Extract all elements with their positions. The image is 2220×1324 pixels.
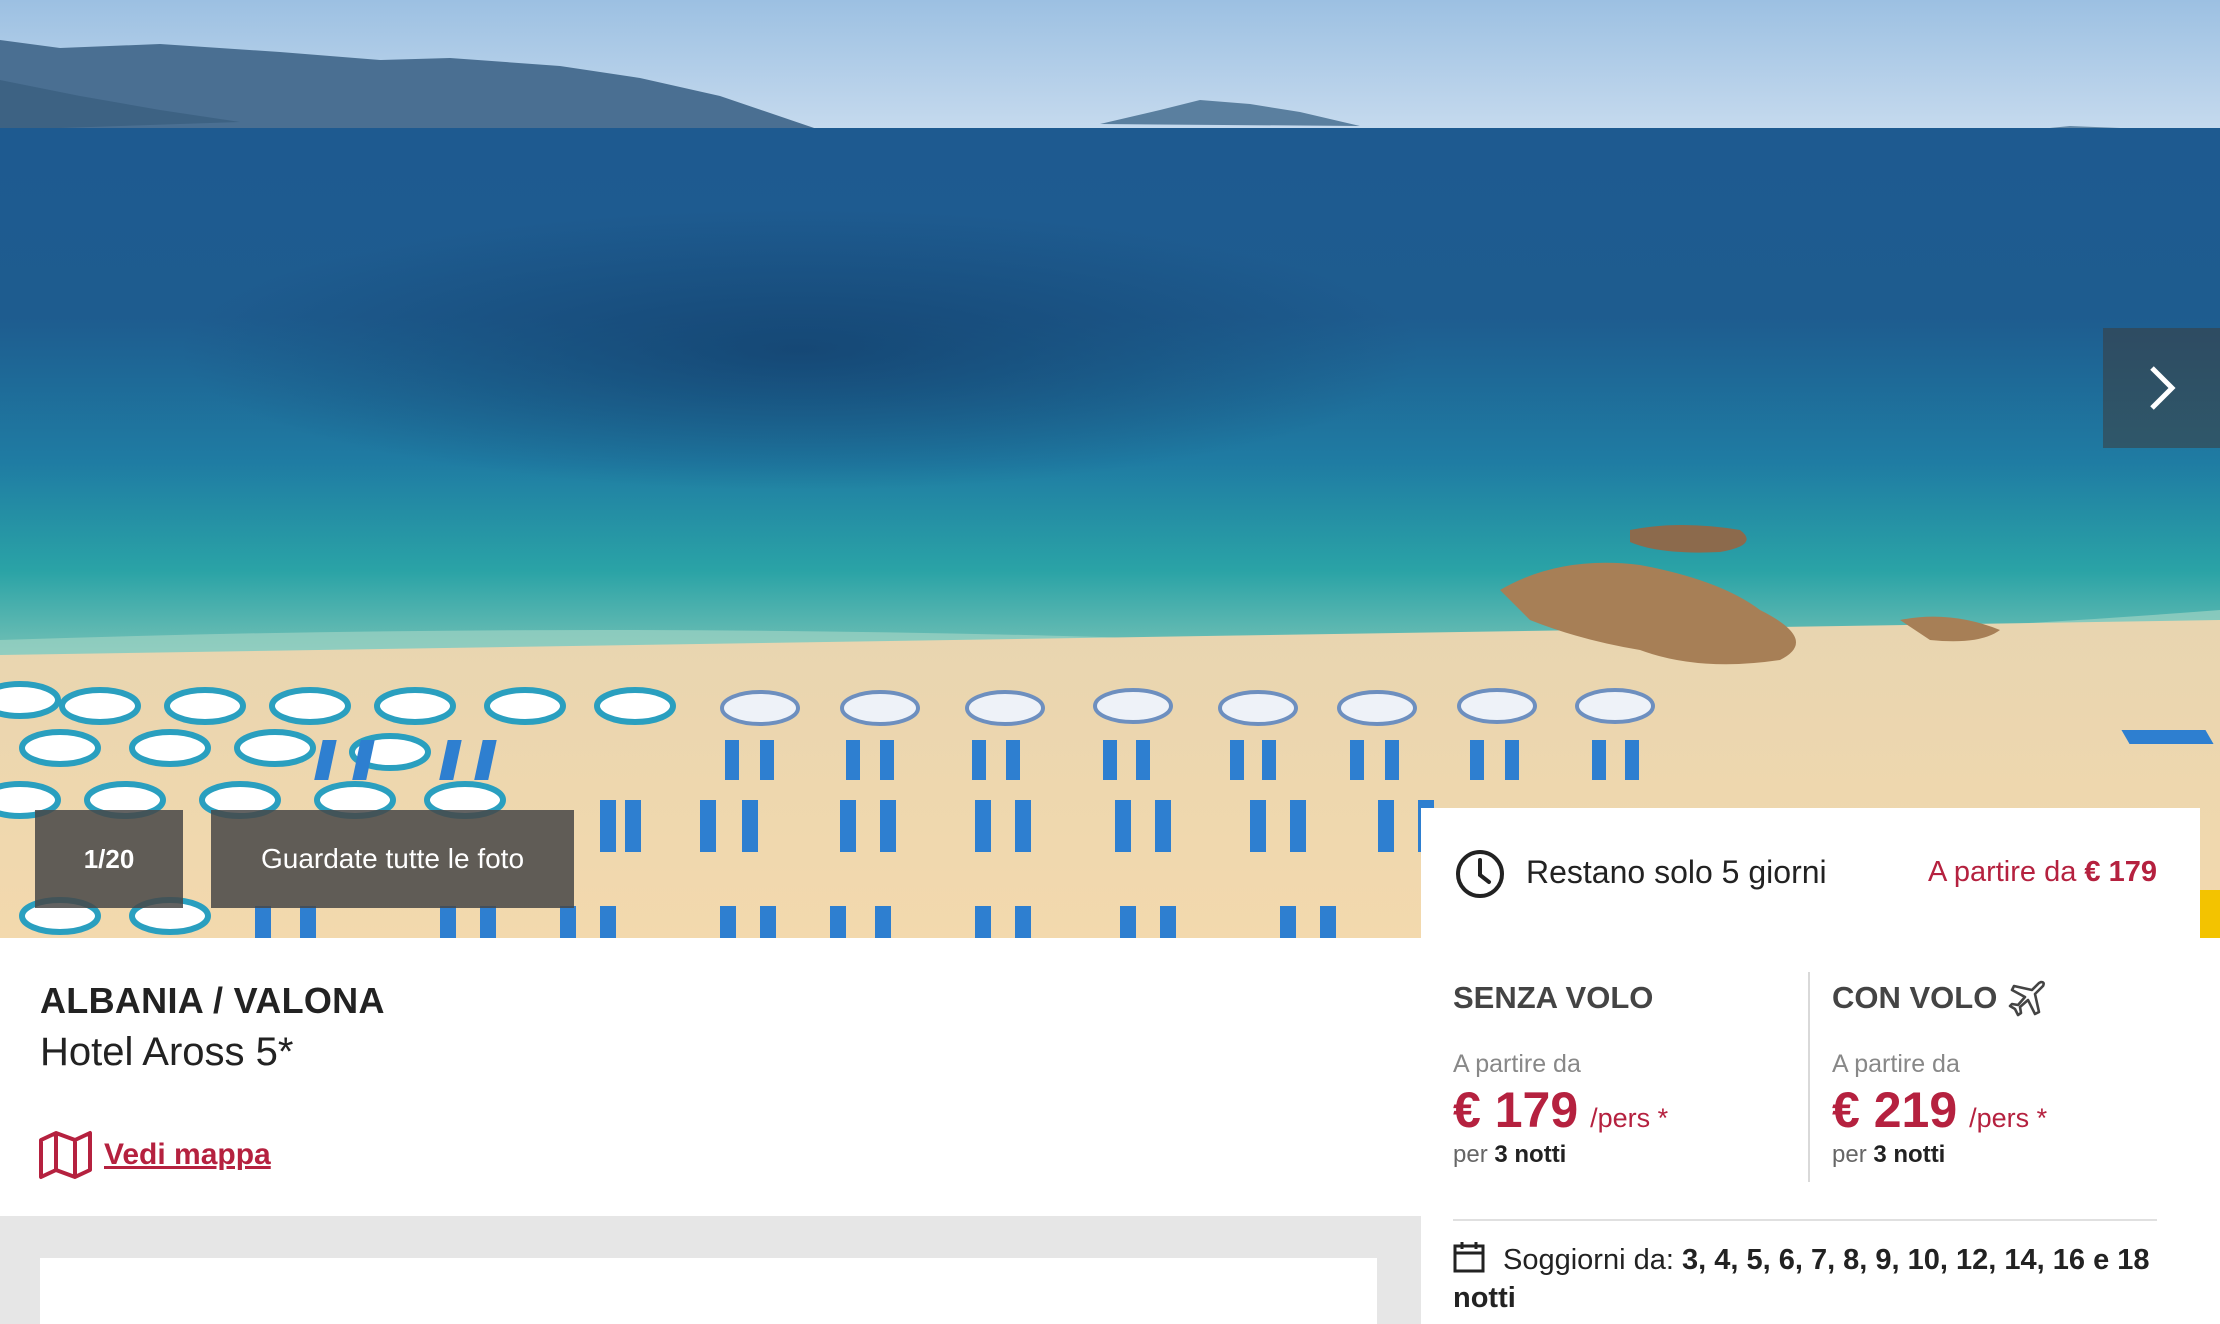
stays-info: Soggiorni da: 3, 4, 5, 6, 7, 8, 9, 10, 1… <box>1453 1241 2173 1317</box>
hotel-info: ALBANIA / VALONA Hotel Aross 5* Vedi map… <box>0 938 1421 1216</box>
without-flight-title: SENZA VOLO <box>1453 980 1654 1015</box>
accent-strip <box>2198 890 2220 938</box>
with-flight-price: € 219 <box>1832 1082 1958 1138</box>
offer-panel: Restano solo 5 giorni A partire da € 179… <box>1421 808 2200 1324</box>
stays-label: Soggiorni da: <box>1503 1244 1674 1276</box>
with-flight-nights: 3 notti <box>1873 1141 1946 1168</box>
view-all-photos-button[interactable]: Guardate tutte le foto <box>211 810 574 908</box>
gallery-next-button[interactable] <box>2103 328 2220 448</box>
from-price: A partire da € 179 <box>1928 856 2157 889</box>
content-card <box>40 1258 1377 1324</box>
without-flight-subtitle: A partire da <box>1453 1050 1581 1078</box>
without-flight-nights: 3 notti <box>1494 1141 1567 1168</box>
with-flight-subtitle: A partire da <box>1832 1050 1960 1078</box>
calendar-icon <box>1453 1242 1485 1273</box>
view-map-label[interactable]: Vedi mappa <box>104 1138 271 1172</box>
with-flight-per: /pers * <box>1969 1103 2048 1133</box>
without-flight-option[interactable]: SENZA VOLO A partire da € 179 /pers * pe… <box>1453 978 1793 1183</box>
view-map-link[interactable]: Vedi mappa <box>38 1130 271 1180</box>
option-divider <box>1808 972 1810 1182</box>
stays-divider <box>1453 1219 2157 1221</box>
with-flight-title: CON VOLO <box>1832 980 1998 1015</box>
map-icon <box>39 1131 92 1179</box>
without-flight-per: /pers * <box>1590 1103 1669 1133</box>
without-flight-nights-prefix: per <box>1453 1141 1488 1168</box>
urgency-text: Restano solo 5 giorni <box>1526 854 1827 890</box>
urgency-row: Restano solo 5 giorni A partire da € 179 <box>1421 808 2200 938</box>
hotel-offer-page: 1/20 Guardate tutte le foto ALBANIA / VA… <box>0 0 2220 1324</box>
from-price-value: € 179 <box>2084 856 2157 888</box>
with-flight-option[interactable]: CON VOLO A partire da € 219 /pers * per … <box>1832 978 2172 1183</box>
gallery-counter: 1/20 <box>35 810 183 908</box>
plane-icon <box>2009 980 2046 1017</box>
without-flight-price: € 179 <box>1453 1082 1579 1138</box>
chevron-right-icon <box>2149 366 2176 410</box>
hotel-location: ALBANIA / VALONA <box>40 980 385 1021</box>
hotel-name: Hotel Aross 5* <box>40 1030 294 1074</box>
with-flight-nights-prefix: per <box>1832 1141 1867 1168</box>
beach-image <box>0 0 2220 938</box>
hero-photo[interactable] <box>0 0 2220 938</box>
clock-icon <box>1456 850 1504 898</box>
from-price-prefix: A partire da <box>1928 856 2077 888</box>
